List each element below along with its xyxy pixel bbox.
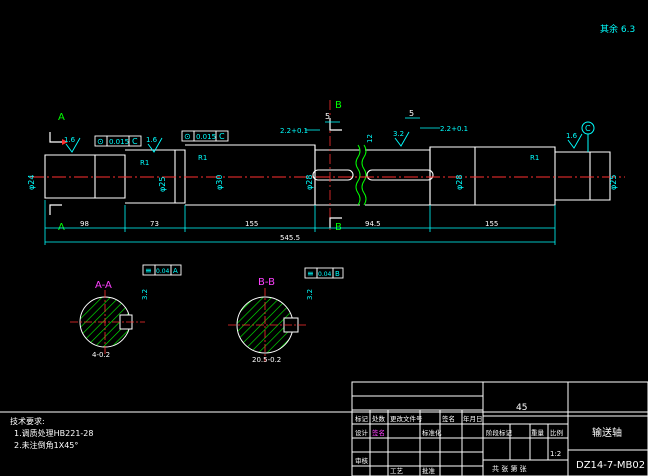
section-marker-a-top: A <box>58 112 65 123</box>
diameter-4: φ28 <box>305 175 314 190</box>
keyway-depth-b: 2.2+0.1 <box>440 125 468 133</box>
section-marker-a-bottom: A <box>58 222 65 233</box>
tb-row3-3: 批准 <box>422 466 436 475</box>
notes-line-1: 1.调质处理HB221-28 <box>14 428 93 438</box>
tb-header-5: 年月日 <box>463 414 483 423</box>
diameter-6: φ25 <box>609 175 618 190</box>
section-marker-b-top: B <box>335 100 342 111</box>
tb-row2-2: 签名 <box>372 428 385 437</box>
tb-header-1: 标记 <box>355 414 369 423</box>
datum-c-label: C <box>585 124 591 133</box>
length-total: 545.5 <box>280 234 300 242</box>
tol-b-value: 0.015 <box>196 133 216 141</box>
diameter-2: φ25 <box>158 177 167 192</box>
tb-row2-1: 设计 <box>355 428 369 437</box>
length-1: 98 <box>80 220 89 228</box>
length-2: 73 <box>150 220 159 228</box>
tb-row2-4: 阶段标记 <box>486 428 513 437</box>
section-b-depth: 20.5-0.2 <box>252 356 281 364</box>
gap-dim: 12 <box>366 134 374 143</box>
tb-scale: 1:2 <box>550 450 561 458</box>
length-3: 155 <box>245 220 258 228</box>
tb-row2-3: 标准化 <box>422 428 442 437</box>
tol-sec-a-datum: A <box>173 267 178 275</box>
tol-a-value: 0.015 <box>109 138 129 146</box>
cad-drawing: 其余 6.3 A A B B C ⊙ 0.015 C ⊙ 0.015 C 1.6… <box>0 0 648 476</box>
roughness-note: 其余 6.3 <box>600 23 635 35</box>
section-marker-b-bottom: B <box>335 222 342 233</box>
roughness-mark-2: 1.6 <box>146 136 158 144</box>
tol-sec-a-value: 0.04 <box>156 268 170 275</box>
tol-sec-b-datum: B <box>335 270 340 278</box>
section-a-ra: 3.2 <box>141 289 149 300</box>
tb-drawing-no: DZ14-7-MB02 <box>576 460 645 471</box>
tb-row2-5: 重量 <box>531 429 545 437</box>
tol-a-datum: C <box>132 137 138 146</box>
tb-header-3: 更改文件号 <box>390 414 423 423</box>
roughness-mark-5: 3.2 <box>393 130 404 138</box>
section-b-ra: 3.2 <box>306 289 314 300</box>
key-width-a: 5 <box>325 112 330 121</box>
tol-a-symbol: ⊙ <box>97 137 104 146</box>
keyway-depth-a: 2.2+0.1 <box>280 127 308 135</box>
roughness-mark-6: 1.6 <box>566 132 578 140</box>
tb-row3-2: 工艺 <box>390 467 404 475</box>
tb-material: 45 <box>516 403 527 413</box>
section-a-depth: 4-0.2 <box>92 351 110 359</box>
section-b-title: B-B <box>258 277 275 288</box>
tol-sec-b-symbol: ≡ <box>307 269 314 278</box>
tb-sheet: 共 张 第 张 <box>492 464 527 473</box>
tb-part-name: 输送轴 <box>592 426 622 439</box>
tol-b-symbol: ⊙ <box>184 132 191 141</box>
key-width-b: 5 <box>409 109 414 118</box>
tb-header-2: 处数 <box>372 414 386 423</box>
length-4: 94.5 <box>365 220 381 228</box>
tol-sec-a-symbol: ≡ <box>145 266 152 275</box>
diameter-5: φ28 <box>455 175 464 190</box>
tol-b-datum: C <box>219 132 225 141</box>
tb-header-4: 签名 <box>442 414 455 423</box>
fillet-3: R1 <box>530 154 539 162</box>
fillet-1: R1 <box>140 159 149 167</box>
section-a-title: A-A <box>95 280 112 291</box>
length-5: 155 <box>485 220 498 228</box>
fillet-2: R1 <box>198 154 207 162</box>
diameter-1: φ24 <box>27 175 36 190</box>
tb-row3-1: 审核 <box>355 456 369 465</box>
roughness-mark-1: 1.6 <box>64 136 76 144</box>
notes-heading: 技术要求: <box>10 416 45 426</box>
tb-row2-6: 比例 <box>550 428 563 437</box>
notes-line-2: 2.未注倒角1X45° <box>14 440 78 450</box>
diameter-3: φ30 <box>215 175 224 190</box>
tol-sec-b-value: 0.04 <box>318 271 332 278</box>
